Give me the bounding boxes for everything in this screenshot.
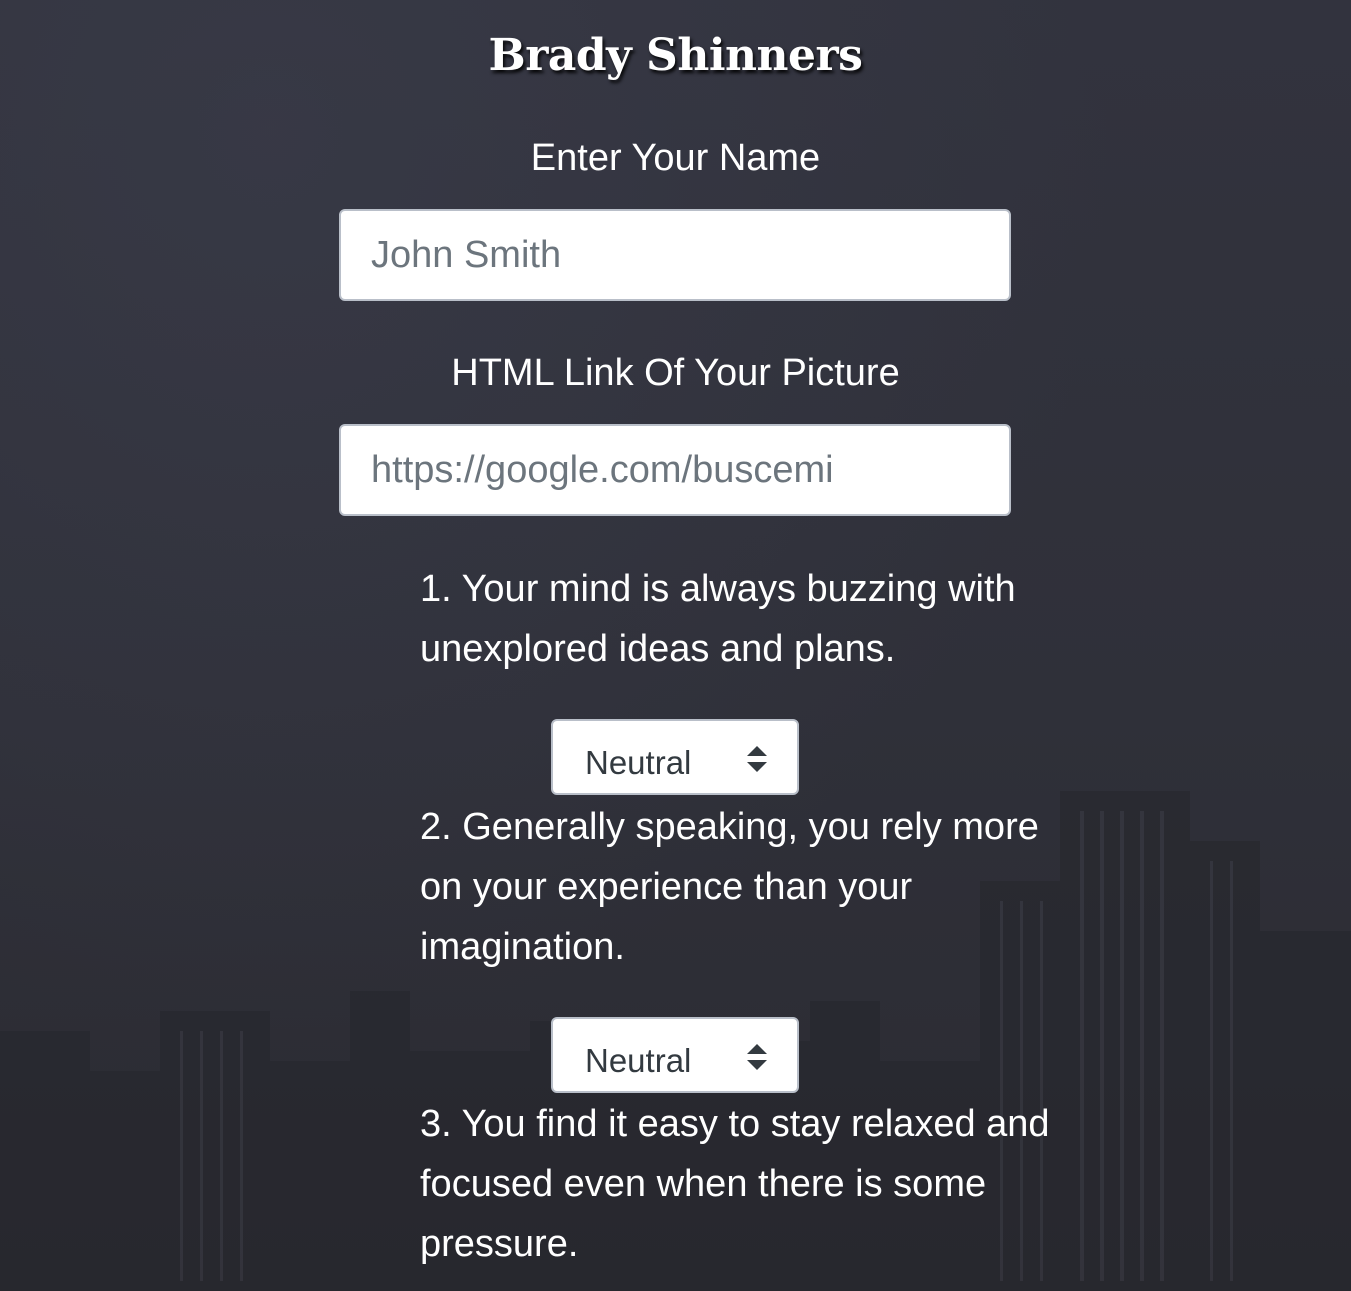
picture-link-label: HTML Link Of Your Picture (451, 352, 900, 394)
page-title: Brady Shinners (488, 30, 863, 81)
sort-arrows-icon (747, 746, 767, 772)
question-2-select-value: Neutral (585, 1042, 692, 1079)
question-1-select[interactable]: Neutral (551, 719, 799, 795)
question-2-select[interactable]: Neutral (551, 1017, 799, 1093)
picture-link-input[interactable] (339, 424, 1011, 516)
question-1-select-value: Neutral (585, 744, 692, 781)
form-container: Brady Shinners Enter Your Name HTML Link… (0, 0, 1351, 1291)
sort-arrows-icon (747, 1044, 767, 1070)
question-3-text: 3. You find it easy to stay relaxed and … (420, 1103, 1050, 1265)
question-1-text: 1. Your mind is always buzzing with unex… (420, 568, 1016, 670)
name-label: Enter Your Name (530, 137, 821, 179)
question-2-text: 2. Generally speaking, you rely more on … (420, 806, 1039, 968)
name-input[interactable] (339, 209, 1011, 301)
